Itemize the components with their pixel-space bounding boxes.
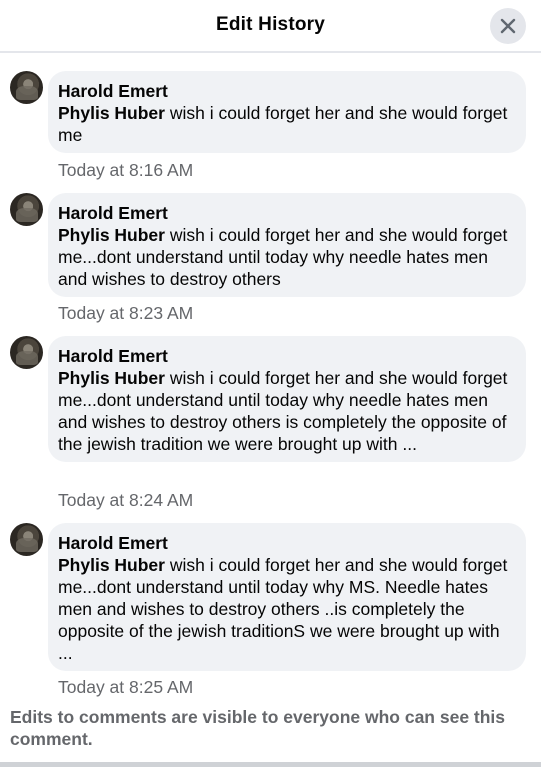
avatar[interactable] (10, 336, 43, 369)
comment-timestamp: Today at 8:24 AM (58, 490, 194, 510)
comment-text: Phylis Huber wish i could forget her and… (58, 554, 516, 664)
mentioned-user[interactable]: Phylis Huber (58, 368, 165, 388)
comment-author[interactable]: Harold Emert (58, 80, 516, 102)
comment-author[interactable]: Harold Emert (58, 345, 516, 367)
comment-timestamp: Today at 8:25 AM (58, 677, 194, 697)
comment-bubble: Harold Emert Phylis Huber wish i could f… (48, 336, 526, 462)
dialog-bottom-edge (0, 762, 541, 767)
comment-text: Phylis Huber wish i could forget her and… (58, 102, 516, 146)
dialog-header: Edit History (0, 0, 541, 53)
comment-bubble: Harold Emert Phylis Huber wish i could f… (48, 523, 526, 671)
comment-author[interactable]: Harold Emert (58, 532, 516, 554)
avatar[interactable] (10, 523, 43, 556)
comment-author[interactable]: Harold Emert (58, 202, 516, 224)
comment-timestamp: Today at 8:16 AM (58, 160, 194, 180)
comment-text: Phylis Huber wish i could forget her and… (58, 224, 516, 290)
close-button[interactable] (490, 8, 526, 44)
avatar[interactable] (10, 193, 43, 226)
avatar[interactable] (10, 71, 43, 104)
mentioned-user[interactable]: Phylis Huber (58, 103, 165, 123)
comment-text: Phylis Huber wish i could forget her and… (58, 367, 516, 455)
comment-timestamp: Today at 8:23 AM (58, 303, 194, 323)
edit-visibility-note: Edits to comments are visible to everyon… (10, 707, 506, 749)
dialog-title: Edit History (215, 14, 326, 35)
comment-bubble: Harold Emert Phylis Huber wish i could f… (48, 193, 526, 297)
mentioned-user[interactable]: Phylis Huber (58, 555, 165, 575)
comment-bubble: Harold Emert Phylis Huber wish i could f… (48, 71, 526, 153)
close-icon (500, 18, 516, 34)
mentioned-user[interactable]: Phylis Huber (58, 225, 165, 245)
